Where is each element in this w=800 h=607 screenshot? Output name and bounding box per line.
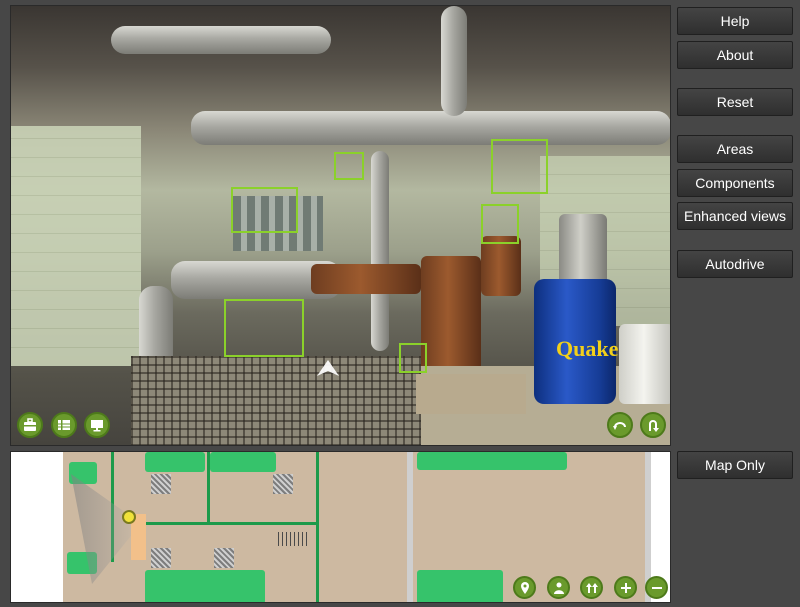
current-position-marker[interactable]	[122, 510, 136, 524]
monitor-icon	[91, 420, 103, 432]
zoom-out-icon	[651, 586, 662, 589]
component-hotspot[interactable]	[491, 139, 548, 194]
person-location-icon	[553, 582, 564, 594]
map-wall	[316, 452, 319, 602]
zoom-in-button[interactable]	[614, 576, 637, 599]
map-pin-icon	[520, 581, 529, 594]
reset-button[interactable]: Reset	[677, 88, 793, 116]
double-arrow-up-button[interactable]	[580, 576, 603, 599]
components-button[interactable]: Components	[677, 169, 793, 197]
toolbox-icon	[24, 418, 36, 431]
map-fixture	[214, 548, 234, 568]
map-corridor	[407, 452, 413, 602]
map-wall	[131, 522, 319, 525]
map-only-button[interactable]: Map Only	[677, 451, 793, 479]
tiled-wall-left	[11, 126, 141, 366]
vertical-pipe	[371, 151, 389, 351]
app-window: Quake Help About Reset Areas Components …	[0, 0, 800, 607]
map-equipment	[145, 452, 205, 472]
areas-button[interactable]: Areas	[677, 135, 793, 163]
u-turn-icon	[649, 420, 659, 432]
toolbox-button[interactable]	[17, 412, 43, 438]
map-fixture	[273, 474, 293, 494]
component-hotspot[interactable]	[399, 343, 427, 373]
overhead-pipe	[111, 26, 331, 54]
navigate-forward-arrow-icon[interactable]	[315, 358, 341, 380]
floor-grate	[131, 356, 421, 445]
u-turn-button[interactable]	[640, 412, 666, 438]
map-fixture	[151, 548, 171, 568]
map-equipment	[417, 570, 503, 602]
list-view-icon	[58, 420, 70, 430]
monitor-button[interactable]	[84, 412, 110, 438]
floor-map[interactable]	[10, 451, 671, 603]
rusty-pipe	[481, 236, 521, 296]
vertical-pipe	[441, 6, 467, 116]
rotate-button[interactable]	[607, 412, 633, 438]
zoom-in-icon	[620, 582, 631, 593]
map-equipment	[210, 452, 276, 472]
enhanced-views-button[interactable]: Enhanced views	[677, 202, 793, 230]
white-bucket	[619, 324, 670, 404]
rusty-pipe	[311, 264, 421, 294]
person-location-button[interactable]	[547, 576, 570, 599]
map-fixture	[151, 474, 171, 494]
about-button[interactable]: About	[677, 41, 793, 69]
map-stairs	[278, 532, 310, 546]
autodrive-button[interactable]: Autodrive	[677, 250, 793, 278]
double-arrow-up-icon	[585, 582, 598, 593]
list-view-button[interactable]	[51, 412, 77, 438]
component-hotspot[interactable]	[224, 299, 304, 357]
component-hotspot[interactable]	[231, 187, 298, 233]
component-hotspot[interactable]	[334, 152, 364, 180]
overhead-pipe	[191, 111, 670, 145]
rusty-pump	[421, 256, 481, 376]
help-button[interactable]: Help	[677, 7, 793, 35]
rotate-icon	[613, 422, 626, 430]
map-pin-button[interactable]	[513, 576, 536, 599]
map-equipment	[145, 570, 265, 602]
pump-plinth	[416, 374, 526, 414]
zoom-out-button[interactable]	[645, 576, 668, 599]
component-hotspot[interactable]	[481, 204, 519, 244]
map-equipment	[417, 452, 567, 470]
panorama-viewer[interactable]: Quake	[10, 5, 671, 446]
barrel-label: Quake	[556, 336, 619, 361]
